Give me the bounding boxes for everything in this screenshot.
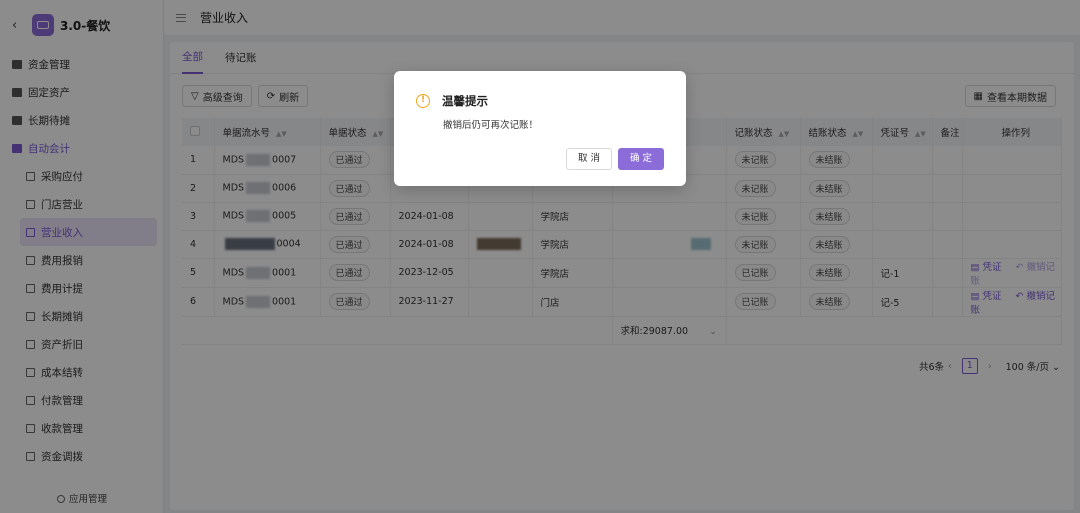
dialog-title: 温馨提示 (442, 94, 488, 108)
warning-icon: ! (416, 94, 430, 108)
confirm-dialog: ! 温馨提示 撤销后仍可再次记账！ 取 消 确 定 (394, 71, 686, 186)
dialog-buttons: 取 消 确 定 (566, 148, 664, 170)
cancel-button[interactable]: 取 消 (566, 148, 612, 170)
dialog-header: ! 温馨提示 (416, 93, 664, 109)
dialog-message: 撤销后仍可再次记账！ (443, 120, 539, 131)
confirm-button[interactable]: 确 定 (618, 148, 664, 170)
